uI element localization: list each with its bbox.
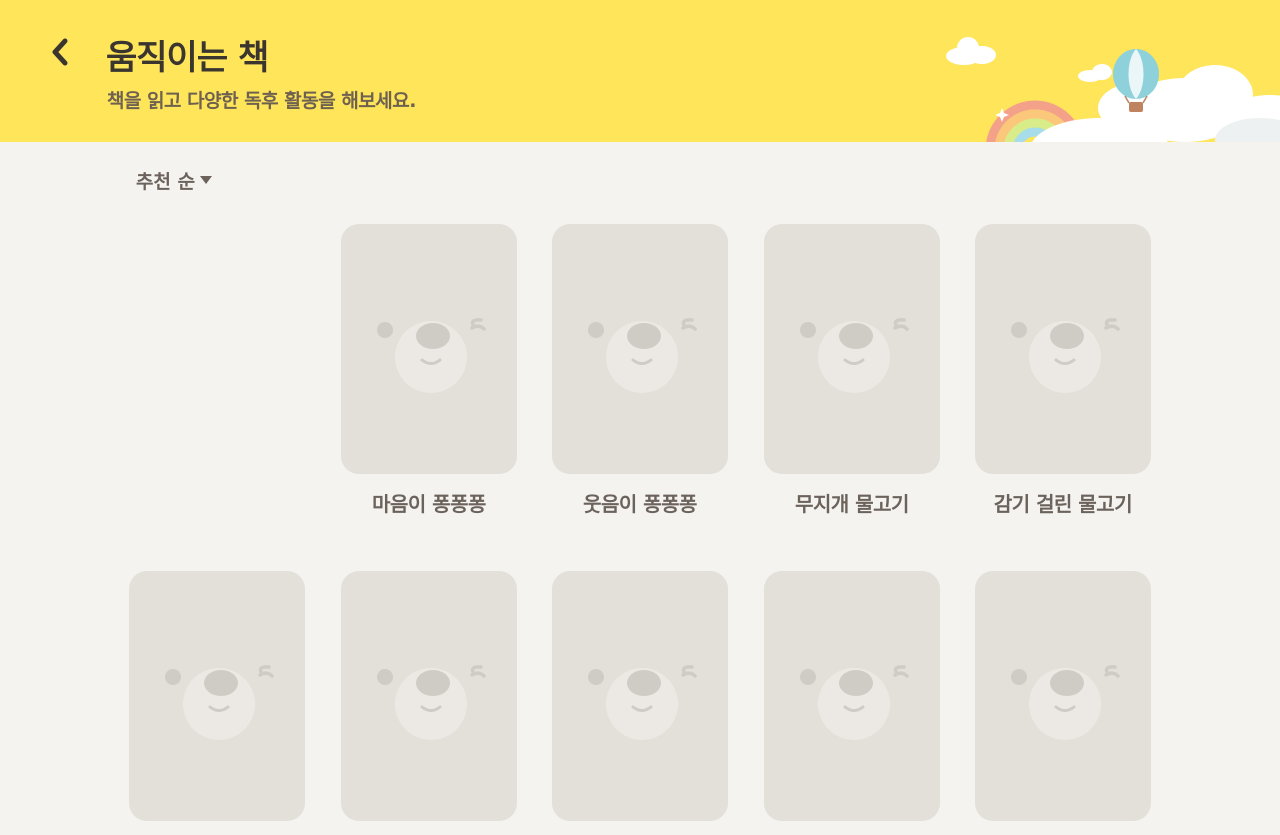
book-card[interactable] (764, 571, 940, 835)
bear-face-placeholder-icon (800, 318, 909, 393)
page-subtitle: 책을 읽고 다양한 독후 활동을 해보세요. (107, 90, 416, 112)
back-button[interactable] (40, 32, 80, 72)
bear-face-placeholder-icon (377, 665, 486, 740)
book-cover (129, 571, 305, 821)
bear-face-placeholder-icon (1011, 665, 1120, 740)
book-card[interactable] (341, 571, 517, 835)
cloud-icon (946, 37, 996, 65)
header-decoration (946, 37, 1280, 142)
book-cover (975, 571, 1151, 821)
book-cover (764, 224, 940, 474)
book-card[interactable]: 웃음이 퐁퐁퐁 (552, 224, 728, 517)
book-title: 무지개 물고기 (795, 492, 909, 516)
bear-face-placeholder-icon (1011, 318, 1120, 393)
book-card[interactable] (129, 571, 305, 835)
book-card[interactable]: 마음이 퐁퐁퐁 (341, 224, 517, 517)
book-cover (552, 571, 728, 821)
sort-dropdown[interactable]: 추천 순 (126, 162, 223, 198)
book-cover (341, 224, 517, 474)
book-cover (552, 224, 728, 474)
book-card[interactable] (975, 571, 1151, 835)
book-cover (764, 571, 940, 821)
book-title: 감기 걸린 물고기 (993, 492, 1133, 516)
chevron-left-icon (52, 38, 68, 66)
book-title: 마음이 퐁퐁퐁 (372, 492, 486, 516)
sort-label: 추천 순 (136, 170, 196, 193)
book-card[interactable] (552, 571, 728, 835)
page-title: 움직이는 책 (106, 38, 269, 78)
bear-face-placeholder-icon (588, 665, 697, 740)
book-title: 웃음이 퐁퐁퐁 (583, 492, 697, 516)
bear-face-placeholder-icon (377, 318, 486, 393)
book-cover (341, 571, 517, 821)
book-cover (975, 224, 1151, 474)
book-card[interactable]: 무지개 물고기 (764, 224, 940, 517)
book-card[interactable]: 감기 걸린 물고기 (975, 224, 1151, 517)
app-header: 움직이는 책 책을 읽고 다양한 독후 활동을 해보세요. (0, 0, 1280, 142)
bear-face-placeholder-icon (165, 665, 274, 740)
bear-face-placeholder-icon (588, 318, 697, 393)
bear-face-placeholder-icon (800, 665, 909, 740)
caret-down-icon (200, 176, 213, 184)
